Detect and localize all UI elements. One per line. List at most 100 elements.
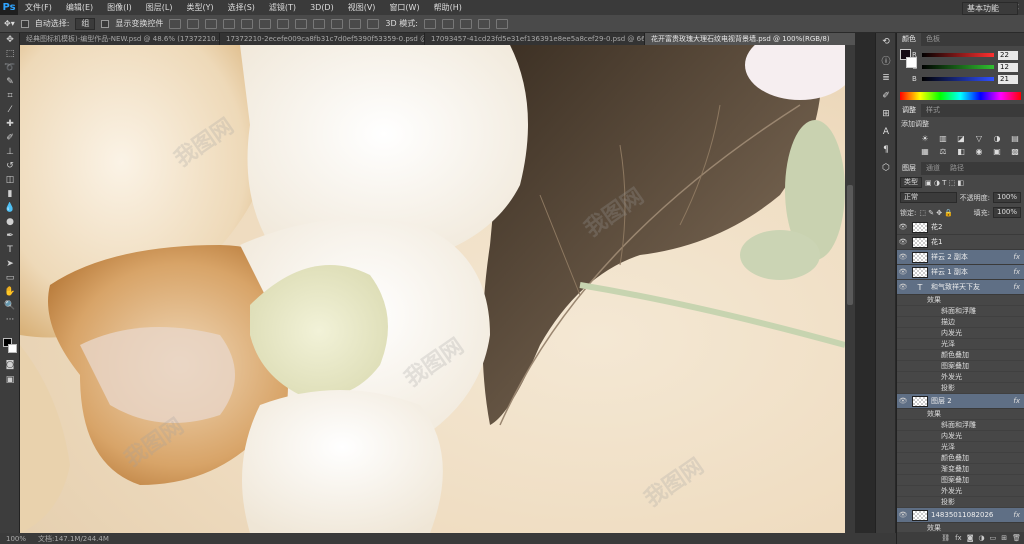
distribute-right-icon[interactable] <box>367 18 380 29</box>
quick-select-tool-icon[interactable]: ✎ <box>0 75 20 89</box>
hand-tool-icon[interactable]: ✋ <box>0 285 20 299</box>
menu-help[interactable]: 帮助(H) <box>427 2 469 13</box>
menu-file[interactable]: 文件(F) <box>18 2 59 13</box>
document-tab[interactable]: 17372210-2ecefe009ca8fb31c7d0ef5390f5335… <box>220 33 425 45</box>
3d-pan-icon[interactable] <box>459 18 472 29</box>
marquee-tool-icon[interactable]: ⬚ <box>0 47 20 61</box>
brush-tool-icon[interactable]: ✐ <box>0 131 20 145</box>
character-panel-icon[interactable]: A <box>876 123 896 141</box>
fx-icon[interactable]: fx <box>1013 253 1020 261</box>
delete-layer-icon[interactable]: 🗑 <box>1012 534 1021 542</box>
distribute-bottom-icon[interactable] <box>313 18 326 29</box>
effect-item[interactable]: 颜色叠加 <box>897 453 1024 464</box>
background-color-swatch[interactable] <box>8 344 17 353</box>
effect-item[interactable]: 内发光 <box>897 431 1024 442</box>
eye-icon[interactable]: 👁 <box>897 238 909 246</box>
color-spectrum[interactable] <box>900 92 1021 100</box>
brush-panel-icon[interactable]: ✐ <box>876 87 896 105</box>
document-tab-active[interactable]: 花开富贵玫瑰大理石纹电视背景墙.psd @ 100%(RGB/8) <box>645 33 856 45</box>
menu-3d[interactable]: 3D(D) <box>303 3 341 12</box>
layer-row[interactable]: 👁 图层 2 fx <box>897 394 1024 409</box>
auto-select-dropdown[interactable]: 组 <box>75 17 96 30</box>
blur-tool-icon[interactable]: 💧 <box>0 201 20 215</box>
layer-row[interactable]: 👁 花1 <box>897 235 1024 250</box>
document-tab[interactable]: 经典图标机模板)-编型作品-NEW.psd @ 48.6% (17372210.… <box>20 33 220 45</box>
eraser-tool-icon[interactable]: ◫ <box>0 173 20 187</box>
align-right-icon[interactable] <box>259 18 272 29</box>
effect-item[interactable]: 光泽 <box>897 442 1024 453</box>
effect-item[interactable]: 图案叠加 <box>897 361 1024 372</box>
effect-item[interactable]: 图案叠加 <box>897 475 1024 486</box>
curves-icon[interactable]: ◪ <box>955 133 967 143</box>
workspace-dropdown[interactable]: 基本功能 <box>962 2 1018 15</box>
effect-item[interactable]: 投影 <box>897 383 1024 394</box>
effect-item[interactable]: 内发光 <box>897 328 1024 339</box>
properties-panel-icon[interactable]: ≣ <box>876 69 896 87</box>
scrollbar-thumb[interactable] <box>847 185 853 305</box>
pen-tool-icon[interactable]: ✒ <box>0 229 20 243</box>
gradient-tool-icon[interactable]: ▮ <box>0 187 20 201</box>
effect-item[interactable]: 描边 <box>897 317 1024 328</box>
effect-item[interactable]: 外发光 <box>897 486 1024 497</box>
align-top-icon[interactable] <box>169 18 182 29</box>
fx-icon[interactable]: fx <box>1013 268 1020 276</box>
fx-icon[interactable]: fx <box>1013 283 1020 291</box>
menu-layer[interactable]: 图层(L) <box>139 2 180 13</box>
tab-swatches[interactable]: 色板 <box>921 33 945 46</box>
fx-icon[interactable]: fx <box>1013 511 1020 519</box>
3d-rotate-icon[interactable] <box>423 18 436 29</box>
color-slider-g[interactable]: G 12 <box>909 61 1021 73</box>
eye-icon[interactable]: 👁 <box>897 223 909 231</box>
fill-field[interactable]: 100% <box>992 207 1021 218</box>
auto-select-checkbox[interactable] <box>20 19 29 28</box>
hue-saturation-icon[interactable]: ▤ <box>1009 133 1021 143</box>
zoom-level[interactable]: 100% <box>0 535 32 543</box>
eye-icon[interactable]: 👁 <box>897 253 909 261</box>
tab-paths[interactable]: 路径 <box>945 162 969 175</box>
tab-channels[interactable]: 通道 <box>921 162 945 175</box>
align-left-icon[interactable] <box>223 18 236 29</box>
clone-panel-icon[interactable]: ⊞ <box>876 105 896 123</box>
effect-item[interactable]: 外发光 <box>897 372 1024 383</box>
zoom-tool-icon[interactable]: 🔍 <box>0 299 20 313</box>
healing-tool-icon[interactable]: ✚ <box>0 117 20 131</box>
quick-mask-icon[interactable]: ◙ <box>0 358 20 372</box>
dodge-tool-icon[interactable]: ● <box>0 215 20 229</box>
add-mask-icon[interactable]: ◙ <box>967 534 974 542</box>
exposure-icon[interactable]: ▽ <box>973 133 985 143</box>
effect-item[interactable]: 光泽 <box>897 339 1024 350</box>
history-brush-tool-icon[interactable]: ↺ <box>0 159 20 173</box>
move-tool-icon[interactable]: ✥▾ <box>4 19 15 28</box>
canvas-scrollbar[interactable] <box>845 45 855 533</box>
link-layers-icon[interactable]: ⛓ <box>941 534 950 542</box>
eye-icon[interactable]: 👁 <box>897 268 909 276</box>
align-middle-icon[interactable] <box>187 18 200 29</box>
color-lookup-icon[interactable]: ▣ <box>991 146 1003 156</box>
menu-view[interactable]: 视图(V) <box>341 2 383 13</box>
3d-roll-icon[interactable] <box>441 18 454 29</box>
effect-item[interactable]: 投影 <box>897 497 1024 508</box>
tab-layers[interactable]: 图层 <box>897 162 921 175</box>
type-tool-icon[interactable]: T <box>0 243 20 257</box>
brightness-icon[interactable]: ☀ <box>919 133 931 143</box>
menu-select[interactable]: 选择(S) <box>221 2 262 13</box>
align-center-icon[interactable] <box>241 18 254 29</box>
filter-icons[interactable]: ▣ ◑ T ⬚ ◧ <box>925 179 964 187</box>
more-tools-icon[interactable]: ··· <box>0 313 20 327</box>
new-layer-icon[interactable]: ⊞ <box>1001 534 1007 542</box>
crop-tool-icon[interactable]: ⌗ <box>0 89 20 103</box>
stamp-tool-icon[interactable]: ⊥ <box>0 145 20 159</box>
effects-label[interactable]: 效果 <box>897 409 1024 420</box>
photo-filter-icon[interactable]: ◧ <box>955 146 967 156</box>
effects-label[interactable]: 效果 <box>897 295 1024 306</box>
blend-mode-dropdown[interactable]: 正常 <box>900 192 957 203</box>
opacity-field[interactable]: 100% <box>992 192 1021 203</box>
tab-styles[interactable]: 样式 <box>921 104 945 117</box>
distribute-middle-icon[interactable] <box>295 18 308 29</box>
color-swatches[interactable] <box>3 338 17 354</box>
layer-row[interactable]: 👁 T 和气致祥天下友 fx <box>897 280 1024 295</box>
document-canvas[interactable]: 我图网 我图网 我图网 我图网 我图网 <box>20 45 845 533</box>
menu-image[interactable]: 图像(I) <box>100 2 139 13</box>
color-slider-b[interactable]: B 21 <box>909 73 1021 85</box>
lasso-tool-icon[interactable]: ➰ <box>0 61 20 75</box>
